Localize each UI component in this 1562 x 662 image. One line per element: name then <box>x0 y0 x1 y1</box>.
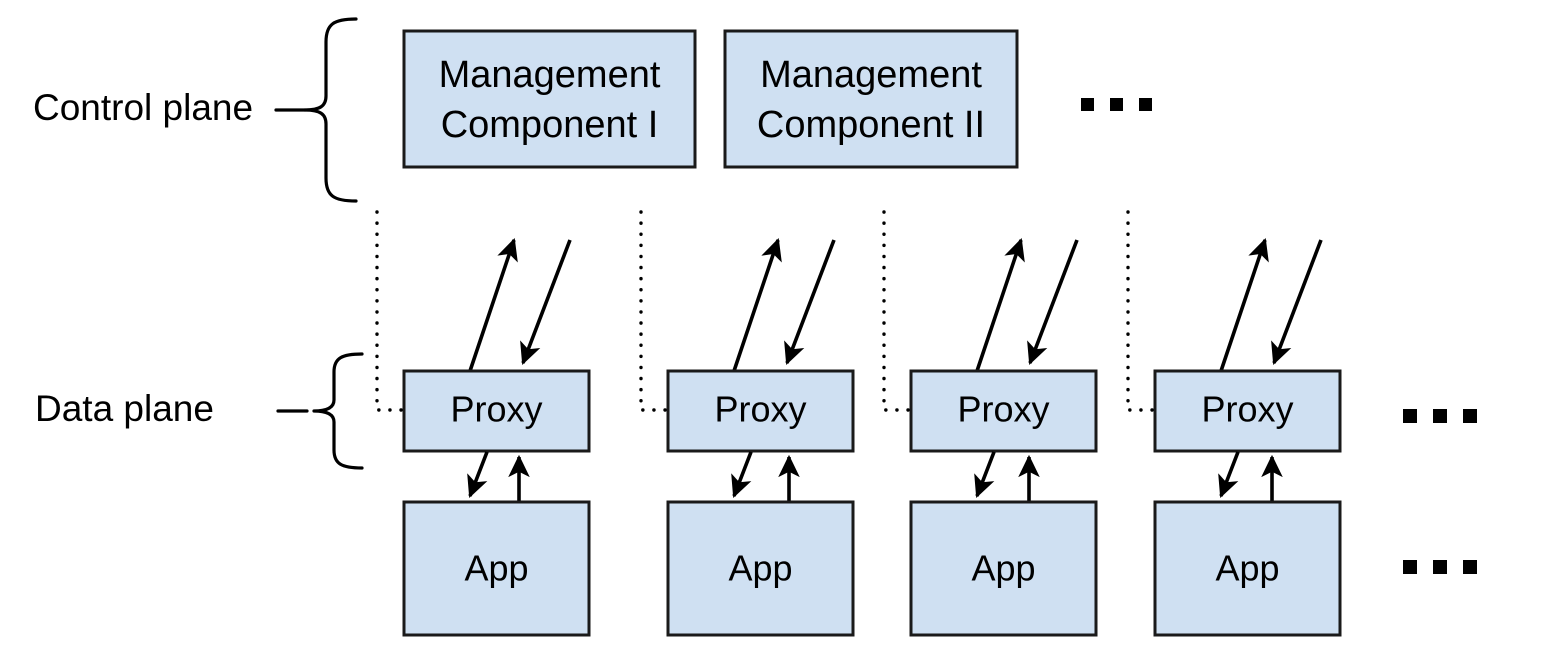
management-component-2-box[interactable] <box>723 29 1019 169</box>
management-component-1[interactable]: Management Component I <box>402 29 697 169</box>
ellipsis-dot <box>1463 560 1477 574</box>
management-component-1-line1: Management <box>439 54 661 96</box>
proxy-to-control-arrow-3 <box>975 237 1025 372</box>
proxy-node-3[interactable]: Proxy <box>909 369 1098 453</box>
proxy-to-control-arrow-4 <box>1219 237 1269 372</box>
data-plane-label: Data plane <box>35 388 214 429</box>
proxy-row-ellipsis <box>1403 409 1477 423</box>
ellipsis-dot <box>1433 560 1447 574</box>
control-plane-brace <box>303 17 358 203</box>
app-row-ellipsis <box>1403 560 1477 574</box>
proxy-to-app-arrow-3 <box>974 451 996 499</box>
proxy-label-3: Proxy <box>957 389 1049 430</box>
proxy-to-control-arrow-1 <box>468 237 518 372</box>
control-to-proxy-arrow-3 <box>1027 239 1079 366</box>
diagram-canvas: Control plane Management Component I Man… <box>33 17 1477 637</box>
management-component-2[interactable]: Management Component II <box>723 29 1019 169</box>
app-node-3[interactable]: App <box>909 500 1098 637</box>
ellipsis-dot <box>1433 409 1447 423</box>
proxy-node-4[interactable]: Proxy <box>1153 369 1342 453</box>
control-plane-label: Control plane <box>33 87 253 128</box>
dotted-link-column-3 <box>882 210 913 412</box>
app-node-2[interactable]: App <box>666 500 855 637</box>
dotted-link-column-4 <box>1126 210 1157 412</box>
control-to-proxy-arrow-2 <box>784 239 836 366</box>
ellipsis-dot <box>1463 409 1477 423</box>
data-plane-group: Data plane <box>35 352 364 470</box>
proxy-node-1[interactable]: Proxy <box>402 369 591 453</box>
ellipsis-dot <box>1403 560 1417 574</box>
control-to-proxy-arrow-4 <box>1271 239 1323 366</box>
data-plane-brace <box>312 352 364 470</box>
management-component-2-line1: Management <box>760 54 982 96</box>
management-component-1-line2: Component I <box>441 104 659 146</box>
data-plane-column-1: Proxy App <box>402 237 591 637</box>
ellipsis-dot <box>1139 98 1152 111</box>
control-plane-ellipsis <box>1081 98 1152 111</box>
control-to-proxy-arrow-1 <box>520 239 572 366</box>
architecture-diagram: Control plane Management Component I Man… <box>0 0 1562 662</box>
proxy-to-app-arrow-4 <box>1218 451 1240 499</box>
app-node-4[interactable]: App <box>1153 500 1342 637</box>
proxy-to-control-arrow-2 <box>732 237 782 372</box>
ellipsis-dot <box>1403 409 1417 423</box>
dotted-link-column-2 <box>639 210 670 412</box>
ellipsis-dot <box>1110 98 1123 111</box>
data-plane-column-4: Proxy App <box>1153 237 1342 637</box>
ellipsis-dot <box>1081 98 1094 111</box>
proxy-node-2[interactable]: Proxy <box>666 369 855 453</box>
dotted-link-column-1 <box>375 210 406 412</box>
app-label-3: App <box>971 548 1035 589</box>
management-component-2-line2: Component II <box>757 104 985 146</box>
control-plane-group: Control plane <box>33 17 358 203</box>
proxy-label-2: Proxy <box>714 389 806 430</box>
data-plane-column-2: Proxy App <box>666 237 855 637</box>
data-plane-column-3: Proxy App <box>909 237 1098 637</box>
app-label-4: App <box>1215 548 1279 589</box>
app-label-1: App <box>464 548 528 589</box>
app-node-1[interactable]: App <box>402 500 591 637</box>
management-component-1-box[interactable] <box>402 29 697 169</box>
app-label-2: App <box>728 548 792 589</box>
proxy-label-1: Proxy <box>450 389 542 430</box>
proxy-label-4: Proxy <box>1201 389 1293 430</box>
proxy-to-app-arrow-1 <box>467 451 489 499</box>
proxy-to-app-arrow-2 <box>731 451 753 499</box>
